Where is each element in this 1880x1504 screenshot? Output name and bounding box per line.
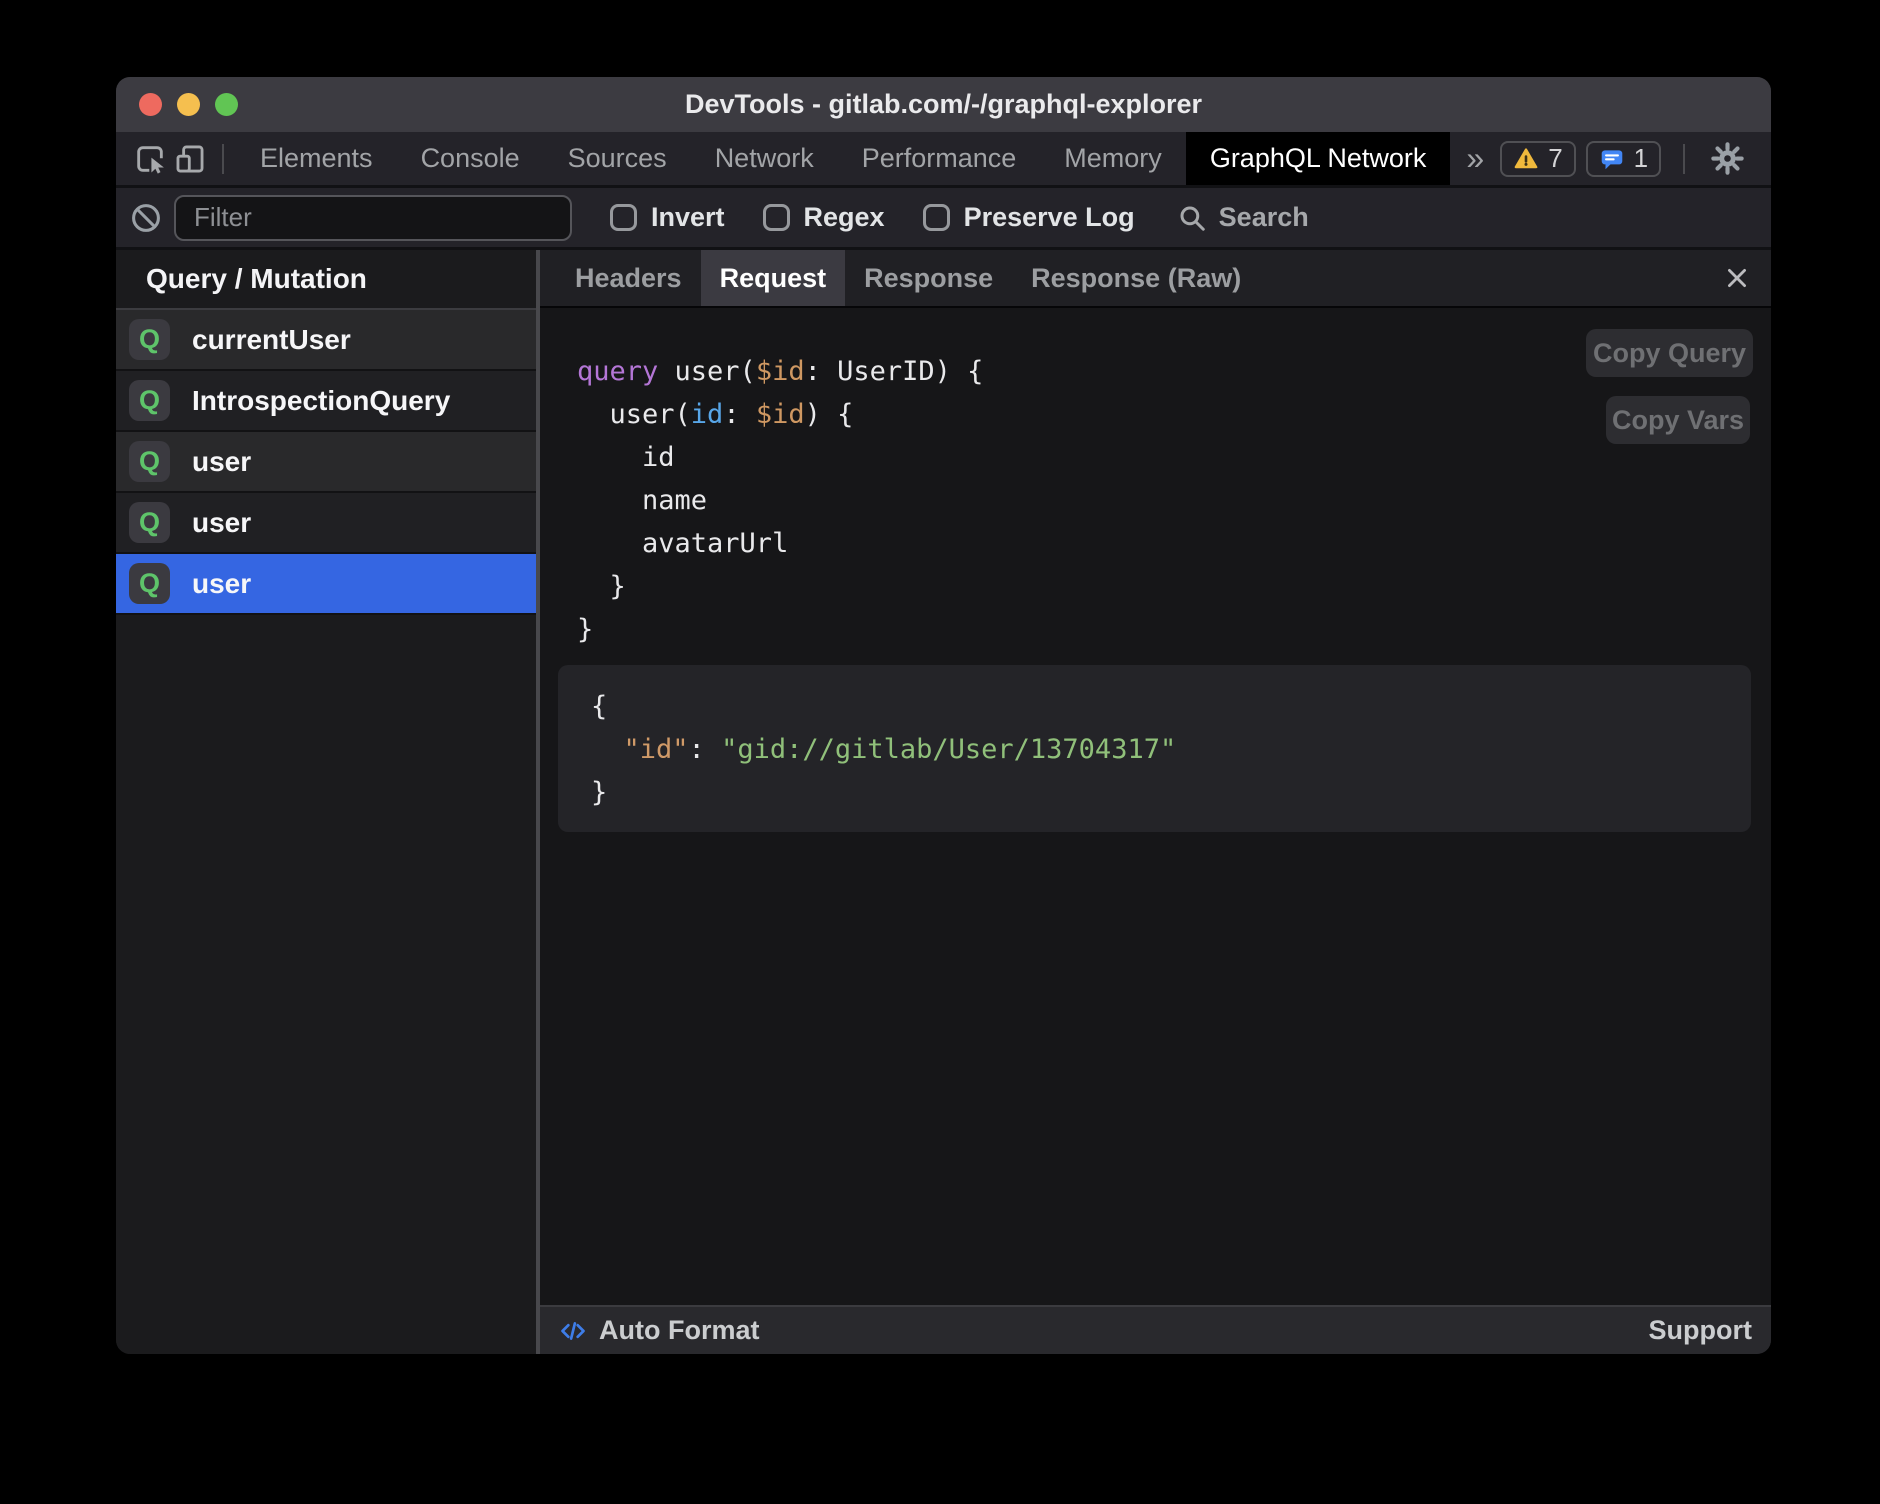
code-line: }	[591, 771, 1751, 814]
settings-icon	[1711, 142, 1744, 175]
query-name: user	[192, 446, 251, 478]
minimize-window-button[interactable]	[177, 93, 200, 116]
filter-checkboxes: Invert Regex Preserve Log	[572, 202, 1135, 233]
query-list-item[interactable]: Quser	[116, 554, 536, 615]
code-line: "id": "gid://gitlab/User/13704317"	[591, 728, 1751, 771]
tab-performance[interactable]: Performance	[838, 132, 1041, 185]
devtools-window: DevTools - gitlab.com/-/graphql-explorer…	[116, 77, 1771, 1354]
warning-count: 7	[1548, 143, 1562, 174]
copy-vars-button[interactable]: Copy Vars	[1606, 396, 1750, 444]
checkbox-label: Regex	[804, 202, 885, 233]
checkbox-group-invert[interactable]: Invert	[610, 202, 725, 233]
checkbox-regex[interactable]	[763, 204, 790, 231]
code-line: }	[577, 608, 983, 651]
query-list-item[interactable]: Q IntrospectionQuery	[116, 371, 536, 432]
checkbox-group-preserve-log[interactable]: Preserve Log	[923, 202, 1135, 233]
query-type-badge: Q	[129, 502, 170, 543]
tab-elements[interactable]: Elements	[236, 132, 397, 185]
query-name: IntrospectionQuery	[192, 385, 450, 417]
tab-graphql-network[interactable]: GraphQL Network	[1186, 132, 1451, 185]
inspect-element-button[interactable]	[130, 132, 170, 185]
devtools-toolbar: ElementsConsoleSourcesNetworkPerformance…	[116, 132, 1771, 188]
search-button[interactable]: Search	[1177, 202, 1309, 233]
close-window-button[interactable]	[139, 93, 162, 116]
checkbox-group-regex[interactable]: Regex	[763, 202, 885, 233]
toolbar-right: 7 1	[1500, 132, 1771, 185]
window-title: DevTools - gitlab.com/-/graphql-explorer	[685, 89, 1202, 120]
search-label: Search	[1219, 202, 1309, 233]
detail-tabs-strip: HeadersRequestResponseResponse (Raw)	[556, 250, 1260, 306]
query-name: user	[192, 568, 251, 600]
main-split: Query / Mutation QcurrentUserQIntrospect…	[116, 250, 1771, 1354]
more-tabs-icon: »	[1466, 140, 1484, 177]
message-count: 1	[1634, 143, 1648, 174]
tab-network[interactable]: Network	[691, 132, 838, 185]
query-type-badge: Q	[129, 319, 170, 360]
detail-tab-request[interactable]: Request	[701, 250, 846, 306]
query-list-item[interactable]: QcurrentUser	[116, 310, 536, 371]
close-icon	[1723, 264, 1751, 292]
code-line: name	[577, 479, 983, 522]
tab-console[interactable]: Console	[397, 132, 544, 185]
warnings-badge[interactable]: 7	[1500, 141, 1575, 177]
query-type-badge: Q	[129, 380, 170, 421]
graphql-query-code: query user($id: UserID) { user(id: $id) …	[577, 350, 983, 651]
tab-sources[interactable]: Sources	[544, 132, 691, 185]
detail-tab-response[interactable]: Response	[845, 250, 1012, 306]
filter-input[interactable]	[174, 195, 572, 241]
tab-memory[interactable]: Memory	[1040, 132, 1186, 185]
titlebar: DevTools - gitlab.com/-/graphql-explorer	[116, 77, 1771, 132]
settings-button[interactable]	[1707, 142, 1747, 175]
device-toolbar-button[interactable]	[170, 132, 210, 185]
detail-tabs: HeadersRequestResponseResponse (Raw)	[540, 250, 1771, 308]
messages-badge[interactable]: 1	[1586, 141, 1661, 177]
search-icon	[1177, 203, 1207, 233]
checkbox-label: Invert	[651, 202, 725, 233]
code-icon	[559, 1317, 587, 1345]
inspect-icon	[133, 142, 167, 176]
detail-pane: HeadersRequestResponseResponse (Raw) que…	[540, 250, 1771, 1354]
copy-query-button[interactable]: Copy Query	[1586, 329, 1753, 377]
clear-button[interactable]	[126, 202, 166, 234]
traffic-lights	[139, 77, 238, 132]
query-type-badge: Q	[129, 441, 170, 482]
menu-button[interactable]	[1757, 144, 1771, 174]
close-detail-button[interactable]	[1723, 264, 1751, 292]
messages-icon	[1599, 146, 1625, 172]
code-line: }	[577, 565, 983, 608]
code-line: id	[577, 436, 983, 479]
auto-format-button[interactable]: Auto Format	[599, 1315, 759, 1346]
warning-icon	[1513, 146, 1539, 172]
query-name: currentUser	[192, 324, 351, 356]
sidebar: Query / Mutation QcurrentUserQIntrospect…	[116, 250, 540, 1354]
query-variables-block: { "id": "gid://gitlab/User/13704317"}	[558, 665, 1751, 832]
device-toolbar-icon	[173, 142, 207, 176]
query-list: QcurrentUserQIntrospectionQueryQuserQuse…	[116, 310, 536, 1354]
checkbox-invert[interactable]	[610, 204, 637, 231]
query-name: user	[192, 507, 251, 539]
code-line: avatarUrl	[577, 522, 983, 565]
clear-icon	[130, 202, 162, 234]
query-list-item[interactable]: Quser	[116, 432, 536, 493]
checkbox-label: Preserve Log	[964, 202, 1135, 233]
query-type-badge: Q	[129, 563, 170, 604]
zoom-window-button[interactable]	[215, 93, 238, 116]
toolbar-tabs: ElementsConsoleSourcesNetworkPerformance…	[236, 132, 1450, 185]
filter-bar: Invert Regex Preserve Log Search	[116, 188, 1771, 250]
detail-footer: Auto Format Support	[540, 1305, 1771, 1354]
code-line: {	[591, 685, 1751, 728]
toolbar-divider	[1683, 144, 1685, 174]
checkbox-preserve-log[interactable]	[923, 204, 950, 231]
query-list-item[interactable]: Quser	[116, 493, 536, 554]
detail-tab-response-raw[interactable]: Response (Raw)	[1012, 250, 1260, 306]
more-tabs-button[interactable]: »	[1450, 132, 1500, 185]
code-line: user(id: $id) {	[577, 393, 983, 436]
menu-icon	[1762, 144, 1771, 174]
detail-tab-headers[interactable]: Headers	[556, 250, 701, 306]
code-line: query user($id: UserID) {	[577, 350, 983, 393]
request-panel: query user($id: UserID) { user(id: $id) …	[540, 308, 1771, 1305]
toolbar-divider	[222, 144, 224, 174]
support-link[interactable]: Support	[1649, 1315, 1752, 1346]
sidebar-header: Query / Mutation	[116, 250, 536, 310]
